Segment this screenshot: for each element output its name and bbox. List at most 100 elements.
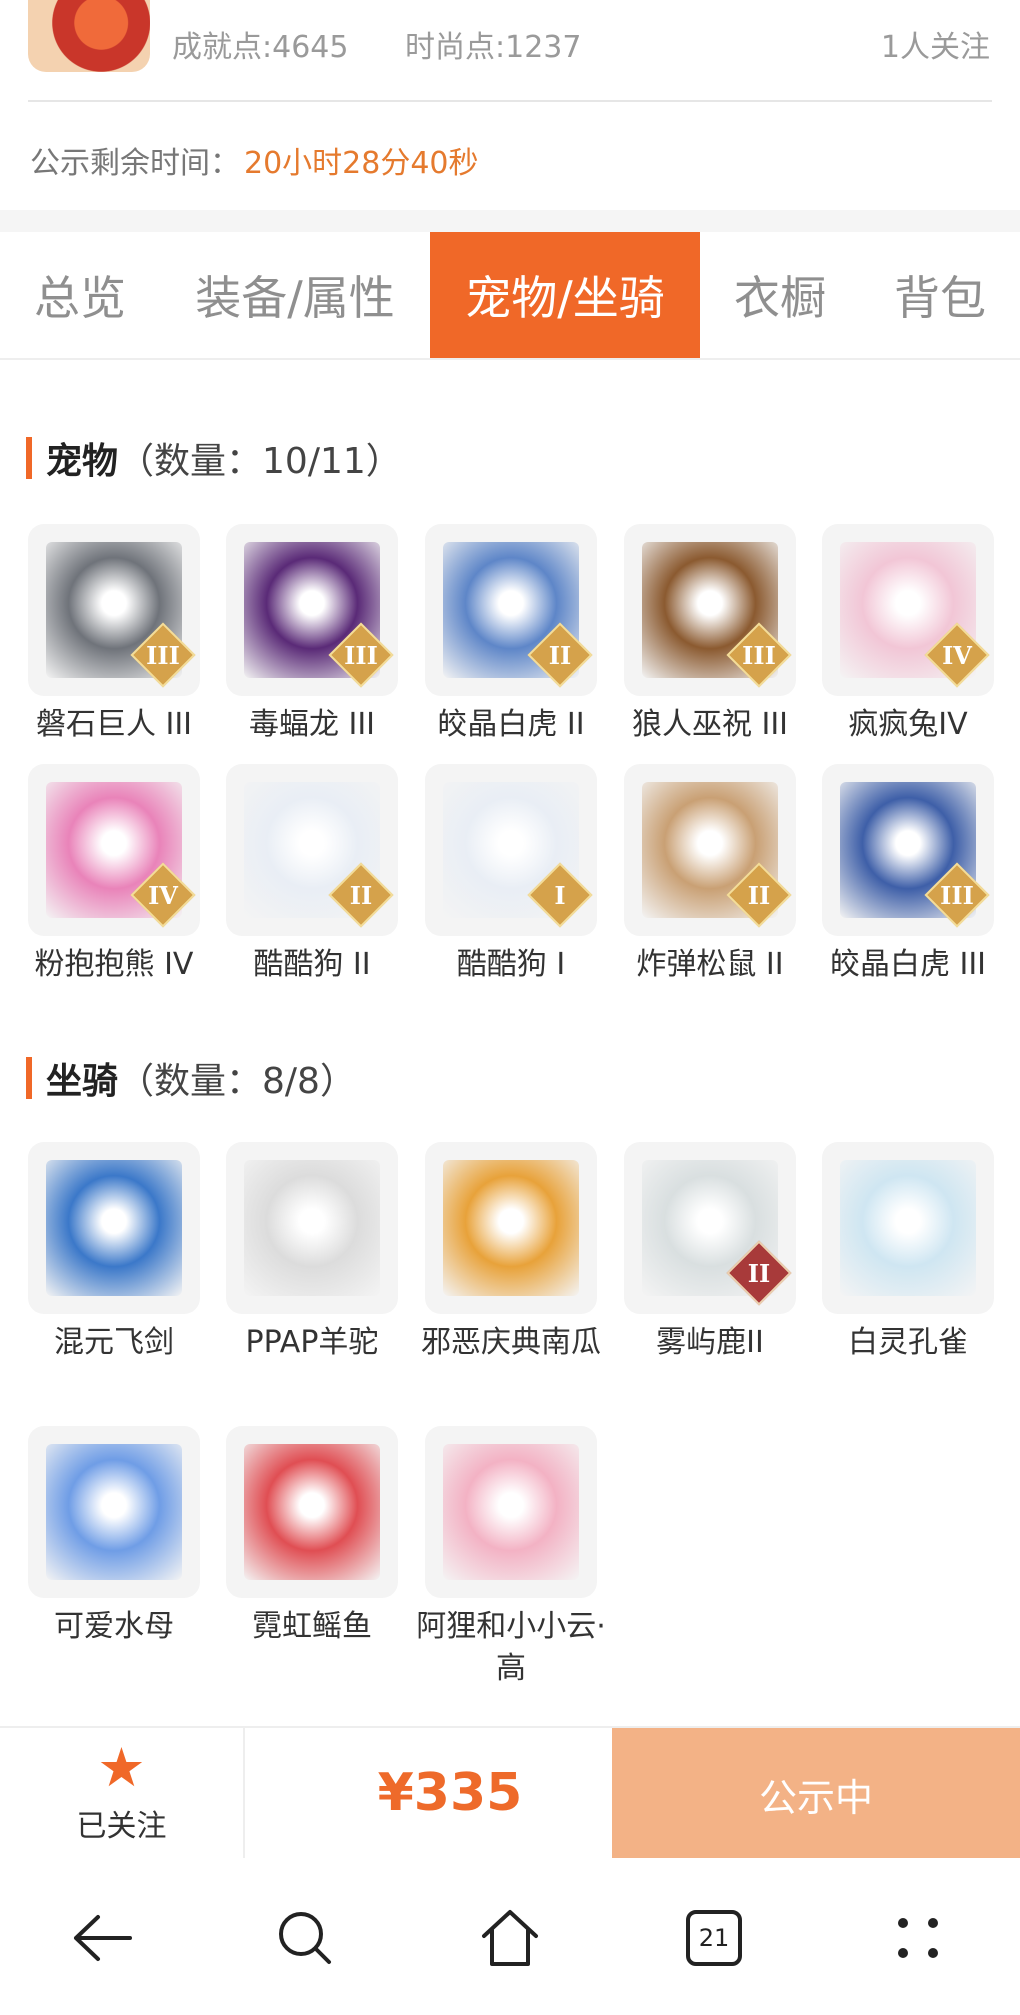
item-artwork — [244, 1160, 380, 1296]
item-thumbnail — [28, 1142, 200, 1314]
follow-label: 已关注 — [76, 1809, 167, 1844]
item-thumbnail — [425, 1142, 597, 1314]
pet-item[interactable]: III 狼人巫祝 III — [624, 524, 796, 746]
pets-title: 宠物 — [46, 441, 119, 482]
back-arrow-icon[interactable] — [62, 1898, 142, 1978]
item-artwork — [46, 1160, 182, 1296]
rank-numeral: III — [344, 640, 378, 670]
item-name: 磐石巨人 III — [35, 707, 193, 742]
mount-item[interactable]: PPAP羊驼 — [226, 1142, 398, 1364]
item-thumbnail — [226, 1142, 398, 1314]
item-name: 疯疯兔IV — [848, 707, 968, 742]
item-name: 酷酷狗 I — [456, 947, 566, 982]
rank-numeral: III — [146, 640, 180, 670]
item-artwork — [443, 1160, 579, 1296]
pets-count: （数量：10/11） — [118, 441, 402, 482]
menu-dots-icon[interactable] — [878, 1898, 958, 1978]
item-name: 粉抱抱熊 IV — [34, 947, 194, 982]
item-thumbnail — [425, 1426, 597, 1598]
item-thumbnail: II — [226, 764, 398, 936]
rank-numeral: II — [349, 880, 373, 910]
countdown-label: 公示剩余时间： — [30, 146, 240, 181]
section-gap — [0, 210, 1020, 232]
item-name: 皎晶白虎 II — [437, 707, 585, 742]
tab-equipment[interactable]: 装备/属性 — [170, 232, 420, 358]
item-thumbnail: III — [822, 764, 994, 936]
item-name: 霓虹鳐鱼 — [252, 1609, 372, 1644]
rank-numeral: III — [742, 640, 776, 670]
item-thumbnail — [822, 1142, 994, 1314]
pet-item[interactable]: IV 疯疯兔IV — [822, 524, 994, 746]
follower-count: 1人关注 — [880, 30, 990, 65]
publicity-status-button[interactable]: 公示中 — [612, 1728, 1020, 1860]
item-thumbnail: I — [425, 764, 597, 936]
section-marker — [26, 1057, 32, 1099]
search-icon[interactable] — [265, 1898, 345, 1978]
mount-item[interactable]: 可爱水母 — [28, 1426, 200, 1648]
item-name: 毒蝠龙 III — [248, 707, 376, 742]
tab-wardrobe[interactable]: 衣橱 — [710, 232, 850, 358]
mount-item[interactable]: 阿狸和小小云·高 — [416, 1426, 606, 1690]
item-thumbnail: II — [624, 764, 796, 936]
item-name: 可爱水母 — [54, 1609, 174, 1644]
item-name: 阿狸和小小云·高 — [416, 1609, 606, 1686]
publicity-countdown: 公示剩余时间： 20小时28分40秒 — [30, 138, 479, 182]
pet-item[interactable]: III 磐石巨人 III — [28, 524, 200, 746]
item-thumbnail: IV — [822, 524, 994, 696]
item-artwork — [244, 1444, 380, 1580]
tab-overview[interactable]: 总览 — [0, 232, 160, 358]
countdown-time: 20小时28分40秒 — [244, 146, 479, 181]
mount-item[interactable]: 霓虹鳐鱼 — [226, 1426, 398, 1648]
follow-button[interactable]: ★ 已关注 — [0, 1728, 243, 1858]
divider — [28, 100, 992, 102]
item-thumbnail — [226, 1426, 398, 1598]
system-nav-bar: 21 — [0, 1858, 1020, 2015]
item-artwork — [443, 1444, 579, 1580]
avatar[interactable] — [28, 0, 150, 72]
item-thumbnail: II — [624, 1142, 796, 1314]
section-marker — [26, 437, 32, 479]
mount-item[interactable]: 邪恶庆典南瓜 — [421, 1142, 601, 1364]
item-artwork — [840, 1160, 976, 1296]
mount-item[interactable]: II 雾屿鹿II — [624, 1142, 796, 1364]
pet-item[interactable]: I 酷酷狗 I — [425, 764, 597, 986]
pet-item[interactable]: IV 粉抱抱熊 IV — [28, 764, 200, 986]
pet-item[interactable]: II 酷酷狗 II — [226, 764, 398, 986]
price: ¥335 — [377, 1763, 523, 1823]
divider — [243, 1728, 245, 1858]
item-name: 皎晶白虎 III — [829, 947, 987, 982]
rank-numeral: III — [940, 880, 974, 910]
item-thumbnail: IV — [28, 764, 200, 936]
rank-numeral: I — [554, 880, 566, 910]
pet-item[interactable]: III 皎晶白虎 III — [822, 764, 994, 986]
pet-item[interactable]: II 炸弹松鼠 II — [624, 764, 796, 986]
item-name: 雾屿鹿II — [656, 1325, 764, 1360]
rank-numeral: IV — [148, 880, 178, 910]
pet-item[interactable]: III 毒蝠龙 III — [226, 524, 398, 746]
item-thumbnail: II — [425, 524, 597, 696]
home-icon[interactable] — [470, 1898, 550, 1978]
mount-item[interactable]: 白灵孔雀 — [822, 1142, 994, 1364]
mounts-title: 坐骑 — [46, 1061, 119, 1102]
item-name: 酷酷狗 II — [253, 947, 371, 982]
rank-numeral: II — [747, 1258, 771, 1288]
mounts-section-title: 坐骑 （数量：8/8） — [26, 1052, 356, 1104]
item-name: 白灵孔雀 — [848, 1325, 968, 1360]
item-name: 炸弹松鼠 II — [636, 947, 784, 982]
tab-pets-mounts[interactable]: 宠物/坐骑 — [430, 232, 700, 358]
pet-item[interactable]: II 皎晶白虎 II — [425, 524, 597, 746]
mount-item[interactable]: 混元飞剑 — [28, 1142, 200, 1364]
action-bar: ★ 已关注 ¥335 公示中 — [0, 1726, 1020, 1860]
item-name: 邪恶庆典南瓜 — [421, 1325, 601, 1360]
item-artwork — [46, 1444, 182, 1580]
item-thumbnail: III — [28, 524, 200, 696]
tab-backpack[interactable]: 背包 — [860, 232, 1020, 358]
pets-section-title: 宠物 （数量：10/11） — [26, 432, 402, 484]
detail-tabs: 总览 装备/属性 宠物/坐骑 衣橱 背包 — [0, 232, 1020, 360]
item-thumbnail: III — [226, 524, 398, 696]
tabs-icon[interactable]: 21 — [674, 1898, 754, 1978]
item-name: 狼人巫祝 III — [631, 707, 789, 742]
rank-numeral: IV — [942, 640, 972, 670]
tabs-count: 21 — [698, 1924, 730, 1952]
fashion-points: 时尚点:1237 — [405, 30, 582, 65]
